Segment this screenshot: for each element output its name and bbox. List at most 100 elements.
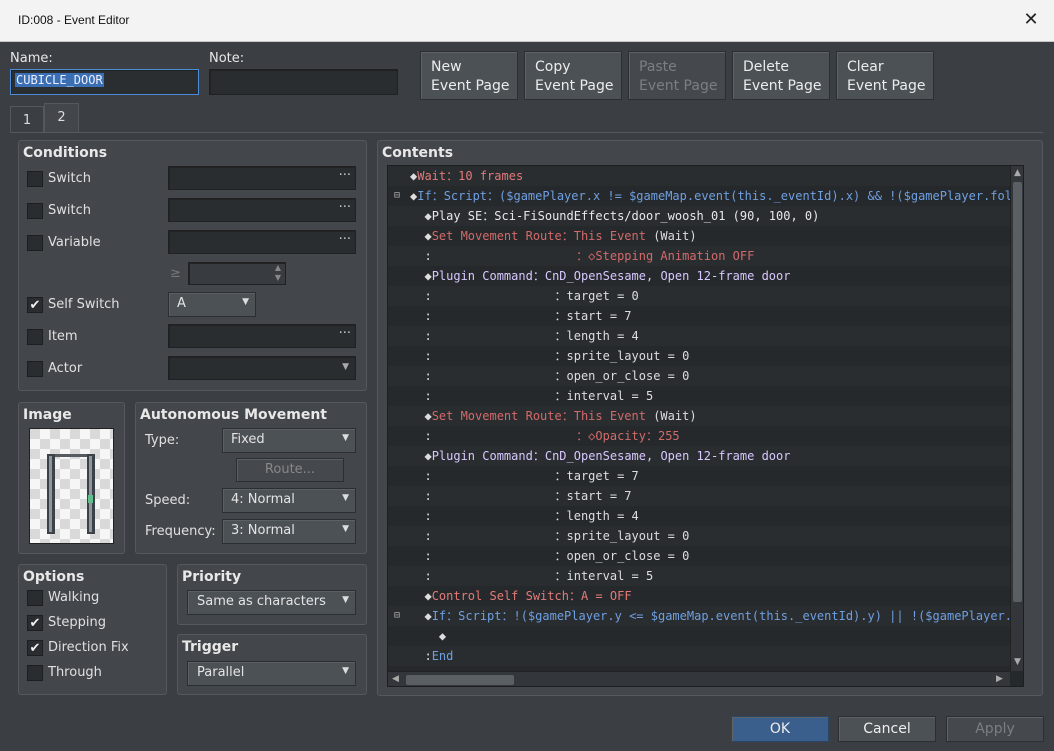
self-switch-label: Self Switch <box>48 297 120 312</box>
scroll-down-icon[interactable]: ▼ <box>1014 657 1021 667</box>
delete-event-page-button[interactable]: Delete Event Page <box>732 51 830 100</box>
command-row[interactable]: ◆Control Self Switch：A = OFF <box>388 586 1010 606</box>
command-text: ◆If：Script：!($gamePlayer.y <= $gameMap.e… <box>410 606 1010 626</box>
copy-event-page-label-2: Event Page <box>535 78 614 94</box>
command-row[interactable]: :End <box>388 646 1010 666</box>
vertical-scrollbar[interactable]: ▲ ▼ <box>1010 166 1023 671</box>
contents-title: Contents <box>382 145 454 161</box>
collapse-icon[interactable]: ⊟ <box>394 606 400 626</box>
command-row[interactable]: ◆Wait：10 frames <box>388 166 1010 186</box>
frequency-select[interactable]: 3: Normal ▼ <box>222 519 356 544</box>
command-row[interactable]: : ：interval = 5 <box>388 566 1010 586</box>
actor-checkbox[interactable] <box>27 361 43 377</box>
command-part: Set Movement Route <box>431 229 562 243</box>
command-row[interactable]: : ：◇Stepping Animation OFF <box>388 246 1010 266</box>
command-part: ：10 frames <box>446 169 524 183</box>
scroll-left-icon[interactable]: ◀ <box>392 674 399 684</box>
vertical-scroll-thumb[interactable] <box>1013 182 1022 602</box>
command-row[interactable]: : ：◇Opacity：255 <box>388 426 1010 446</box>
command-row[interactable]: : ：open_or_close = 0 <box>388 366 1010 386</box>
item-browse-icon[interactable]: ··· <box>339 326 351 341</box>
spin-down-icon[interactable]: ▼ <box>275 273 281 282</box>
event-image-preview[interactable] <box>29 428 114 544</box>
command-row[interactable]: : ：interval = 5 <box>388 386 1010 406</box>
paste-event-page-button[interactable]: Paste Event Page <box>628 51 726 100</box>
item-field[interactable]: ··· <box>168 324 356 348</box>
speed-select[interactable]: 4: Normal ▼ <box>222 488 356 513</box>
tab-page-2[interactable]: 2 <box>44 103 79 133</box>
paste-event-page-label-2: Event Page <box>639 78 718 94</box>
new-event-page-button[interactable]: New Event Page <box>420 51 518 100</box>
name-input[interactable]: CUBICLE_DOOR <box>10 69 199 95</box>
command-part: : <box>410 569 432 583</box>
switch2-checkbox[interactable] <box>27 203 43 219</box>
autonomous-movement-title: Autonomous Movement <box>140 407 327 423</box>
command-row[interactable]: : ：sprite_layout = 0 <box>388 526 1010 546</box>
trigger-select[interactable]: Parallel ▼ <box>187 661 356 686</box>
command-row[interactable]: ◆ <box>388 626 1010 646</box>
stepping-checkbox[interactable]: ✔ <box>27 615 43 631</box>
command-row[interactable]: : ：sprite_layout = 0 <box>388 346 1010 366</box>
command-row[interactable]: : ：start = 7 <box>388 486 1010 506</box>
command-row[interactable]: : ：length = 4 <box>388 506 1010 526</box>
switch1-field[interactable]: ··· <box>168 166 356 190</box>
command-row[interactable]: : ：target = 7 <box>388 466 1010 486</box>
command-row[interactable]: ◆Set Movement Route：This Event (Wait) <box>388 406 1010 426</box>
walking-checkbox[interactable] <box>27 590 43 606</box>
note-input[interactable] <box>209 69 398 95</box>
window-title: ID:008 - Event Editor <box>18 13 130 27</box>
actor-select[interactable]: ▼ <box>168 356 356 380</box>
horizontal-scroll-thumb[interactable] <box>406 675 514 685</box>
item-checkbox[interactable] <box>27 329 43 345</box>
variable-browse-icon[interactable]: ··· <box>339 232 351 247</box>
spin-up-icon[interactable]: ▲ <box>275 263 281 272</box>
apply-button[interactable]: Apply <box>946 716 1044 742</box>
command-text: : ：length = 4 <box>410 506 639 526</box>
switch1-browse-icon[interactable]: ··· <box>339 168 351 183</box>
command-part: Play SE <box>431 209 483 223</box>
self-switch-select[interactable]: A ▼ <box>168 292 256 317</box>
command-row[interactable]: ◆Plugin Command：CnD_OpenSesame, Open 12-… <box>388 446 1010 466</box>
command-text: : ：open_or_close = 0 <box>410 546 689 566</box>
movement-type-select[interactable]: Fixed ▼ <box>222 428 356 453</box>
clear-event-page-button[interactable]: Clear Event Page <box>836 51 934 100</box>
command-row[interactable]: ◆Play SE：Sci-FiSoundEffects/door_woosh_0… <box>388 206 1010 226</box>
command-text: : ：target = 7 <box>410 466 638 486</box>
switch1-checkbox[interactable] <box>27 171 43 187</box>
command-part: ：length = 4 <box>431 329 639 343</box>
command-text: : ：◇Stepping Animation OFF <box>410 246 754 266</box>
through-checkbox[interactable] <box>27 665 43 681</box>
command-row[interactable]: ⊟ ◆If：Script：!($gamePlayer.y <= $gameMap… <box>388 606 1010 626</box>
variable-field[interactable]: ··· <box>168 230 356 254</box>
command-part: ：length = 4 <box>431 509 639 523</box>
command-row[interactable]: : ：target = 0 <box>388 286 1010 306</box>
switch2-field[interactable]: ··· <box>168 198 356 222</box>
self-switch-checkbox[interactable]: ✔ <box>27 297 43 313</box>
horizontal-scrollbar[interactable]: ◀ ▶ <box>388 671 1010 686</box>
ok-button[interactable]: OK <box>731 716 829 742</box>
command-part: : <box>410 489 432 503</box>
command-row[interactable]: : ：length = 4 <box>388 326 1010 346</box>
copy-event-page-button[interactable]: Copy Event Page <box>524 51 622 100</box>
command-row[interactable]: ⊟ ◆If：Script：($gamePlayer.x != $gameMap.e… <box>388 186 1010 206</box>
switch2-browse-icon[interactable]: ··· <box>339 200 351 215</box>
command-row[interactable]: : ：open_or_close = 0 <box>388 546 1010 566</box>
switch1-label: Switch <box>48 171 91 186</box>
tab-page-1[interactable]: 1 <box>10 106 44 133</box>
close-icon[interactable]: ✕ <box>1018 7 1044 33</box>
scroll-right-icon[interactable]: ▶ <box>996 674 1003 684</box>
scroll-up-icon[interactable]: ▲ <box>1014 168 1021 178</box>
stepping-label: Stepping <box>48 615 106 630</box>
command-row[interactable]: : ：start = 7 <box>388 306 1010 326</box>
cancel-button[interactable]: Cancel <box>838 716 936 742</box>
collapse-icon[interactable]: ⊟ <box>394 186 400 206</box>
command-row[interactable]: ◆Set Movement Route：This Event (Wait) <box>388 226 1010 246</box>
route-button[interactable]: Route... <box>236 458 344 482</box>
priority-select[interactable]: Same as characters ▼ <box>187 590 356 615</box>
command-row[interactable]: ◆Plugin Command：CnD_OpenSesame, Open 12-… <box>388 266 1010 286</box>
direction-fix-checkbox[interactable]: ✔ <box>27 640 43 656</box>
variable-value-spinbox[interactable]: ▲ ▼ <box>188 262 286 285</box>
event-commands-list[interactable]: ◆Wait：10 frames ⊟ ◆If：Script：($gamePlayer.… <box>387 165 1024 687</box>
chevron-down-icon: ▼ <box>342 666 349 676</box>
variable-checkbox[interactable] <box>27 235 43 251</box>
